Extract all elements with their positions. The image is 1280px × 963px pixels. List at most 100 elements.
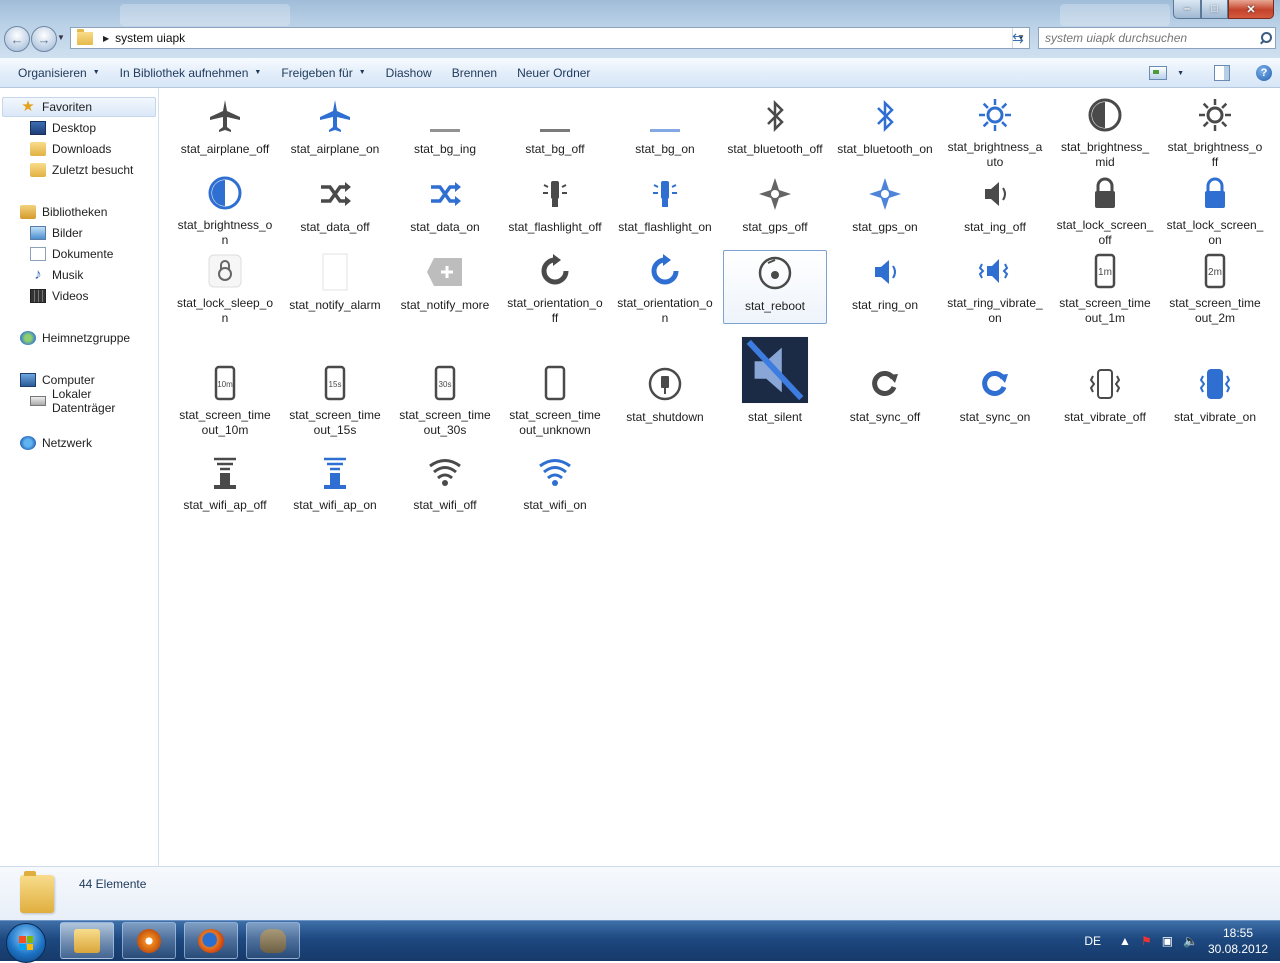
file-item[interactable]: stat_silent — [723, 334, 827, 424]
file-item[interactable]: stat_bluetooth_on — [833, 94, 937, 168]
file-item[interactable]: stat_ring_vibrate_on — [943, 250, 1047, 325]
breadcrumb-chevron-icon[interactable]: ▶ — [103, 34, 109, 43]
folder-icon — [20, 871, 54, 913]
new-folder-button[interactable]: Neuer Ordner — [507, 58, 600, 88]
nav-local-disk[interactable]: Lokaler Datenträger — [30, 387, 158, 415]
nav-documents[interactable]: Dokumente — [30, 244, 113, 264]
taskbar-media-player-button[interactable] — [122, 922, 176, 959]
share-with-menu[interactable]: Freigeben für ▼ — [271, 58, 375, 88]
file-item[interactable]: stat_vibrate_off — [1053, 362, 1157, 436]
file-item[interactable]: stat_flashlight_on — [613, 172, 717, 246]
recent-pages-dropdown-icon[interactable]: ▼ — [57, 33, 65, 42]
nav-favorites[interactable]: ★ Favoriten — [20, 97, 92, 117]
address-bar[interactable]: ▶ system uiapk ▼ — [70, 27, 1030, 49]
file-item[interactable]: stat_notify_more — [393, 250, 497, 324]
file-item[interactable]: stat_sync_on — [943, 362, 1047, 436]
file-item[interactable]: stat_shutdown — [613, 362, 717, 436]
phone-thumbnail-icon — [535, 364, 575, 402]
network-icon[interactable]: ▣ — [1162, 934, 1173, 948]
file-item[interactable]: stat_wifi_on — [503, 450, 607, 524]
start-button[interactable] — [6, 923, 46, 963]
action-center-icon[interactable]: ⚑ — [1141, 934, 1152, 948]
search-box[interactable] — [1038, 27, 1276, 49]
file-item[interactable]: stat_ing_off — [943, 172, 1047, 246]
file-item[interactable]: stat_bg_on — [613, 94, 717, 168]
nav-libraries[interactable]: Bibliotheken — [20, 202, 107, 222]
forward-button[interactable]: → — [31, 26, 57, 52]
taskbar-firefox-button[interactable] — [184, 922, 238, 959]
file-list-area[interactable]: stat_airplane_off stat_airplane_on stat_bg… — [159, 88, 1280, 866]
file-item[interactable]: stat_brightness_off — [1163, 94, 1267, 169]
file-item[interactable]: stat_wifi_ap_off — [173, 450, 277, 524]
file-item[interactable]: 10m stat_screen_timeout_10m — [173, 362, 277, 437]
file-item[interactable]: stat_lock_sleep_on — [173, 250, 277, 325]
close-button[interactable]: ✕ — [1228, 0, 1274, 19]
refresh-button[interactable]: ⇆ — [1006, 27, 1030, 49]
nav-homegroup[interactable]: Heimnetzgruppe — [20, 328, 130, 348]
nav-desktop[interactable]: Desktop — [30, 118, 96, 138]
nav-music[interactable]: ♪ Musik — [30, 265, 83, 285]
burn-button[interactable]: Brennen — [442, 58, 507, 88]
file-item[interactable]: stat_flashlight_off — [503, 172, 607, 246]
file-item[interactable]: stat_brightness_mid — [1053, 94, 1157, 169]
file-item[interactable]: stat_lock_screen_off — [1053, 172, 1157, 247]
show-hidden-icon[interactable]: ▲ — [1119, 934, 1131, 948]
file-item[interactable]: stat_gps_off — [723, 172, 827, 246]
slideshow-button[interactable]: Diashow — [376, 58, 442, 88]
taskbar: DE ▲ ⚑ ▣ 🔈 18:55 30.08.2012 — [0, 920, 1280, 963]
preview-pane-icon[interactable] — [1214, 65, 1230, 81]
nav-network[interactable]: Netzwerk — [20, 433, 92, 453]
file-item[interactable]: stat_gps_on — [833, 172, 937, 246]
search-input[interactable] — [1039, 30, 1257, 46]
view-options-chevron-icon[interactable]: ▼ — [1177, 70, 1184, 77]
gimp-icon — [260, 928, 286, 953]
file-item[interactable]: stat_reboot — [723, 250, 827, 324]
file-item[interactable]: stat_orientation_off — [503, 250, 607, 325]
nav-videos[interactable]: Videos — [30, 286, 88, 306]
file-item[interactable]: stat_bg_ing — [393, 94, 497, 168]
include-in-library-menu[interactable]: In Bibliothek aufnehmen ▼ — [110, 58, 272, 88]
change-view-icon[interactable] — [1149, 66, 1168, 80]
file-item[interactable]: stat_bg_off — [503, 94, 607, 168]
organize-menu[interactable]: Organisieren ▼ — [8, 58, 110, 88]
taskbar-gimp-button[interactable] — [246, 922, 300, 959]
file-item[interactable]: stat_orientation_on — [613, 250, 717, 325]
file-item[interactable]: stat_vibrate_on — [1163, 362, 1267, 436]
file-item[interactable]: stat_data_on — [393, 172, 497, 246]
file-item[interactable]: stat_sync_off — [833, 362, 937, 436]
taskbar-explorer-button[interactable] — [60, 922, 114, 959]
file-item[interactable]: stat_airplane_on — [283, 94, 387, 168]
file-item[interactable]: 15s stat_screen_timeout_15s — [283, 362, 387, 437]
item-count: 44 Elemente — [79, 877, 147, 891]
file-item[interactable]: stat_lock_screen_on — [1163, 172, 1267, 247]
nav-downloads[interactable]: Downloads — [30, 139, 111, 159]
file-item[interactable]: stat_ring_on — [833, 250, 937, 324]
nav-recent-places[interactable]: Zuletzt besucht — [30, 160, 133, 180]
search-icon[interactable] — [1257, 29, 1275, 47]
help-icon[interactable]: ? — [1256, 65, 1272, 81]
back-button[interactable]: ← — [4, 26, 30, 52]
address-path[interactable]: system uiapk — [115, 31, 1012, 45]
minimize-button[interactable]: – — [1173, 0, 1201, 19]
maximize-button[interactable]: □ — [1201, 0, 1228, 19]
svg-text:10m: 10m — [217, 380, 233, 389]
volume-icon[interactable]: 🔈 — [1183, 934, 1198, 948]
file-item[interactable]: 30s stat_screen_timeout_30s — [393, 362, 497, 437]
file-item[interactable]: stat_brightness_on — [173, 172, 277, 247]
file-item[interactable]: stat_wifi_off — [393, 450, 497, 524]
file-item[interactable]: stat_bluetooth_off — [723, 94, 827, 168]
file-item[interactable]: stat_brightness_auto — [943, 94, 1047, 169]
details-pane: 44 Elemente — [0, 866, 1280, 920]
file-item[interactable]: stat_data_off — [283, 172, 387, 246]
hard-drive-icon — [30, 396, 46, 406]
file-item[interactable]: 1m stat_screen_timeout_1m — [1053, 250, 1157, 325]
file-item[interactable]: stat_notify_alarm — [283, 250, 387, 324]
file-item[interactable]: 2m stat_screen_timeout_2m — [1163, 250, 1267, 325]
language-indicator[interactable]: DE — [1084, 934, 1101, 948]
file-item[interactable]: stat_screen_timeout_unknown — [503, 362, 607, 437]
phone-thumbnail-icon: 2m — [1195, 252, 1235, 290]
nav-pictures[interactable]: Bilder — [30, 223, 83, 243]
file-item[interactable]: stat_wifi_ap_on — [283, 450, 387, 524]
file-item[interactable]: stat_airplane_off — [173, 94, 277, 168]
clock[interactable]: 18:55 30.08.2012 — [1208, 925, 1268, 957]
